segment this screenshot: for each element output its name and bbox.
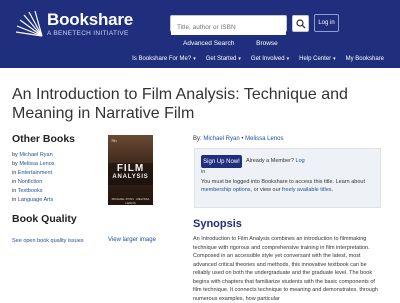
chevron-down-icon: ▾ bbox=[333, 56, 336, 62]
nav-item-label: My Bookshare bbox=[345, 56, 384, 62]
author-link-melissa-lenos[interactable]: Melissa Lenos bbox=[19, 161, 54, 167]
access-message-text: , or view our bbox=[250, 187, 281, 193]
bookshare-logo[interactable]: Bookshare A BENETECH INITIATIVE bbox=[14, 10, 144, 40]
access-panel: Sign Up Now! Already a Member? Log in Yo… bbox=[194, 148, 381, 208]
chevron-down-icon: ▾ bbox=[193, 56, 196, 62]
other-books-item: in Nonfiction bbox=[12, 178, 107, 187]
other-books-item: by Melissa Lenos bbox=[12, 160, 107, 169]
author-link-michael-ryan[interactable]: Michael Ryan bbox=[203, 136, 239, 142]
category-link-entertainment[interactable]: Entertainment bbox=[18, 170, 52, 176]
item-prefix: in bbox=[12, 170, 17, 176]
other-books-heading: Other Books bbox=[12, 133, 76, 145]
item-prefix: in bbox=[12, 179, 17, 185]
other-books-item: by Michael Ryan bbox=[12, 151, 107, 160]
sign-up-button[interactable]: Sign Up Now! bbox=[201, 155, 242, 168]
item-prefix: in bbox=[12, 197, 17, 203]
membership-options-link[interactable]: membership options bbox=[201, 187, 251, 193]
advanced-search-link[interactable]: Advanced Search bbox=[183, 40, 234, 47]
nav-item-label: Help Center bbox=[299, 56, 332, 62]
nav-item-label: Is Bookshare For Me? bbox=[132, 56, 192, 62]
book-fan-icon bbox=[15, 10, 43, 37]
other-books-item: in Language Arts bbox=[12, 196, 107, 205]
brand-tagline: A BENETECH INITIATIVE bbox=[47, 30, 129, 37]
cover-title-film: FILM bbox=[116, 163, 145, 174]
login-button[interactable]: Log in bbox=[314, 14, 339, 32]
member-question: Already a Member? Log bbox=[246, 158, 305, 164]
chevron-down-icon: ▾ bbox=[286, 56, 290, 62]
nav-item-is-bookshare-for-me[interactable]: Is Bookshare For Me? ▾ bbox=[132, 56, 196, 62]
author-link-michael-ryan[interactable]: Michael Ryan bbox=[19, 152, 52, 158]
brand-name: Bookshare bbox=[47, 10, 134, 29]
category-link-language-arts[interactable]: Language Arts bbox=[18, 197, 53, 203]
chevron-down-icon: ▾ bbox=[238, 56, 241, 62]
category-link-nonfiction[interactable]: Nonfiction bbox=[18, 179, 42, 185]
member-question-text: Already a Member? bbox=[246, 158, 294, 164]
free-titles-link[interactable]: freely available titles bbox=[282, 187, 332, 193]
book-quality-heading: Book Quality bbox=[12, 213, 77, 225]
category-link-textbooks[interactable]: Textbooks bbox=[18, 188, 43, 194]
nav-item-label: Get Started bbox=[205, 56, 237, 62]
access-message-text: You must be logged into Bookshare to acc… bbox=[201, 179, 365, 185]
other-books-item: in Textbooks bbox=[12, 187, 107, 196]
quality-issues-link[interactable]: See open book quality issues bbox=[12, 238, 84, 244]
search-icon bbox=[296, 19, 306, 29]
nav-item-help-center[interactable]: Help Center ▾ bbox=[299, 56, 336, 62]
main-nav: Is Bookshare For Me? ▾ Get Started ▾ Get… bbox=[0, 54, 400, 68]
synopsis-text: An Introduction to Film Analysis combine… bbox=[193, 236, 378, 302]
author-separator: • bbox=[241, 136, 244, 142]
item-prefix: by bbox=[12, 152, 18, 158]
access-message: You must be logged into Bookshare to acc… bbox=[201, 178, 371, 194]
access-message-end: . bbox=[331, 187, 334, 193]
other-books-item: in Entertainment bbox=[12, 169, 107, 178]
sidebar: Other Books by Michael Ryan by Melissa L… bbox=[12, 133, 107, 247]
synopsis-heading: Synopsis bbox=[193, 218, 242, 230]
nav-item-get-started[interactable]: Get Started ▾ bbox=[206, 56, 241, 62]
nav-item-get-involved[interactable]: Get Involved ▾ bbox=[251, 56, 289, 62]
author-link-melissa-lenos[interactable]: Melissa Lenos bbox=[245, 136, 283, 142]
item-prefix: by bbox=[12, 161, 18, 167]
cover-authors: MICHAEL RYAN · MELISSA LENOS bbox=[111, 197, 150, 205]
byline: By: Michael Ryan • Melissa Lenos bbox=[193, 136, 284, 142]
view-larger-image-link[interactable]: View larger image bbox=[108, 237, 156, 243]
item-prefix: in bbox=[12, 188, 17, 194]
nav-item-label: Get Involved bbox=[250, 56, 285, 62]
nav-item-my-bookshare[interactable]: My Bookshare bbox=[346, 56, 384, 62]
search-button[interactable] bbox=[292, 15, 309, 32]
cover-edition: 7th bbox=[111, 138, 117, 143]
page-title: An Introduction to Film Analysis: Techni… bbox=[12, 86, 348, 122]
cover-title-analysis: ANALYSIS bbox=[112, 174, 149, 180]
login-link-tail[interactable]: in bbox=[201, 169, 205, 175]
login-link[interactable]: Log bbox=[296, 158, 305, 164]
search-box bbox=[170, 15, 287, 35]
browse-link[interactable]: Browse bbox=[256, 40, 278, 47]
byline-prefix: By: bbox=[193, 136, 202, 142]
site-header: Bookshare A BENETECH INITIATIVE Log in A… bbox=[0, 0, 400, 68]
book-cover-image[interactable]: 7th FILM ANALYSIS MICHAEL RYAN · MELISSA… bbox=[108, 135, 153, 205]
header-sub-links: Advanced Search Browse bbox=[183, 40, 298, 47]
search-input[interactable] bbox=[171, 20, 286, 35]
